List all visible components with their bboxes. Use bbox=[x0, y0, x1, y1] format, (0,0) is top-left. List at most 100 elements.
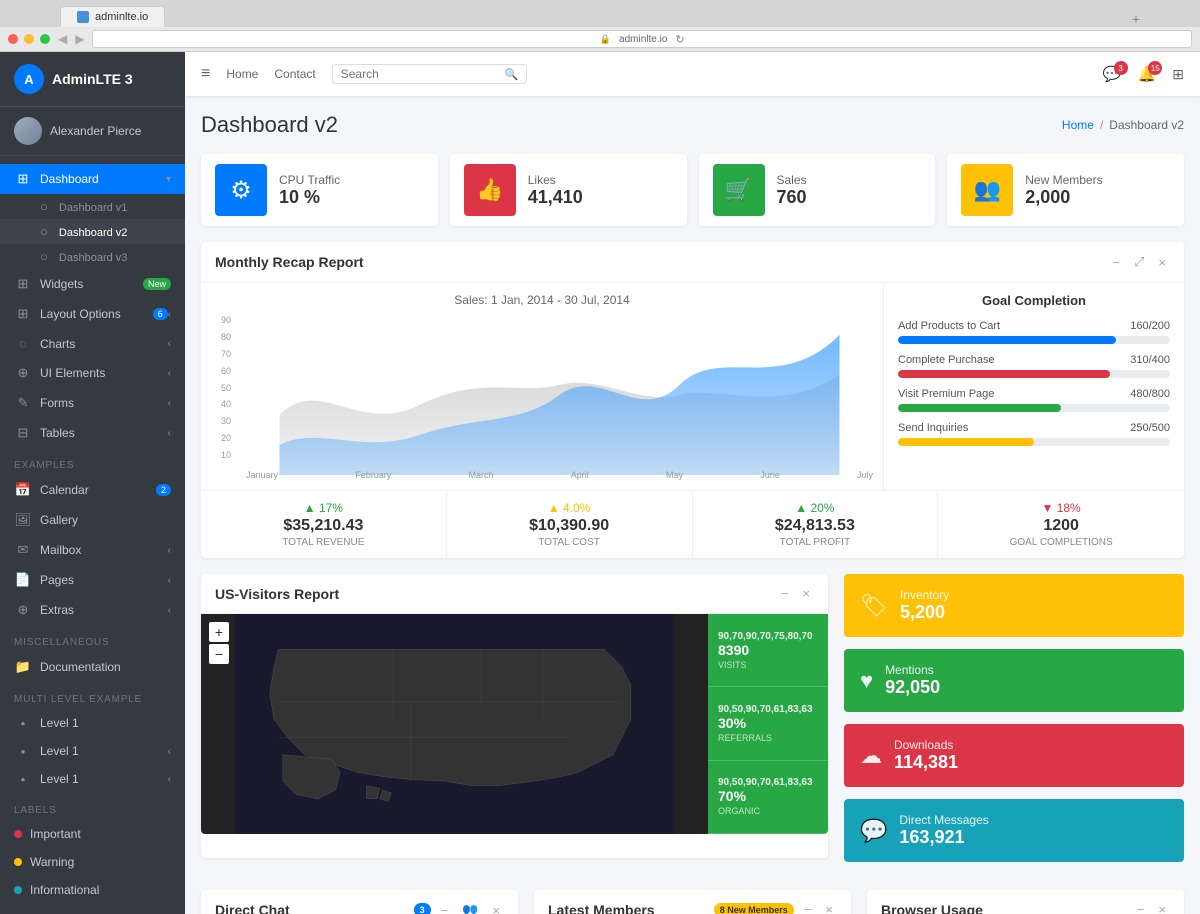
chevron-right-l1c: ‹ bbox=[168, 774, 171, 785]
new-tab-button[interactable]: + bbox=[1132, 11, 1140, 27]
likes-content: Likes 41,410 bbox=[528, 173, 583, 208]
x-mar: March bbox=[468, 470, 493, 480]
sidebar-item-pages[interactable]: 📄 Pages ‹ bbox=[0, 565, 185, 595]
direct-messages-content: Direct Messages 163,921 bbox=[899, 813, 988, 848]
browser-card-tools: − × bbox=[1133, 900, 1170, 914]
cost-change: ▲ 4.0% bbox=[457, 501, 682, 515]
url-bar[interactable]: 🔒 adminlte.io ↻ bbox=[92, 30, 1192, 48]
sidebar-item-layout[interactable]: ⊞ Layout Options 6 ‹ bbox=[0, 299, 185, 329]
mail-icon: ✉ bbox=[14, 542, 32, 558]
sidebar-item-extras[interactable]: ⊕ Extras ‹ bbox=[0, 595, 185, 625]
close-us-button[interactable]: × bbox=[798, 584, 814, 603]
close-btn[interactable] bbox=[8, 34, 18, 44]
nav-toggle-button[interactable]: ≡ bbox=[201, 65, 210, 83]
expand-card-button[interactable]: ⤢ bbox=[1130, 252, 1148, 272]
chevron-right-charts: ‹ bbox=[168, 338, 171, 349]
sidebar-item-charts[interactable]: ◌ Charts ‹ bbox=[0, 329, 185, 358]
sidebar-item-level1b[interactable]: ● Level 1 ‹ bbox=[0, 737, 185, 765]
sidebar-item-dashboard-v3[interactable]: ○ Dashboard v3 bbox=[0, 244, 185, 269]
latest-members-card: Latest Members 8 New Members − × AP bbox=[534, 890, 851, 914]
downloads-value: 114,381 bbox=[894, 752, 958, 773]
direct-chat-title: Direct Chat bbox=[215, 902, 290, 914]
close-chat-button[interactable]: × bbox=[488, 901, 504, 914]
info-box-members: 👥 New Members 2,000 bbox=[947, 154, 1184, 226]
zoom-in-button[interactable]: + bbox=[209, 622, 229, 642]
maximize-btn[interactable] bbox=[40, 34, 50, 44]
widgets-icon: ⊞ bbox=[14, 276, 32, 292]
forward-icon[interactable]: ▶ bbox=[75, 32, 84, 46]
minimize-members-button[interactable]: − bbox=[800, 900, 816, 914]
bottom-row: Direct Chat 3 − 👥 × bbox=[201, 890, 1184, 914]
sidebar-item-forms[interactable]: ✎ Forms ‹ bbox=[0, 388, 185, 418]
minimize-browser-button[interactable]: − bbox=[1133, 900, 1149, 914]
sidebar-item-mailbox[interactable]: ✉ Mailbox ‹ bbox=[0, 535, 185, 565]
sales-icon: 🛒 bbox=[713, 164, 765, 216]
circle-l1b: ● bbox=[14, 747, 32, 756]
search-icon: 🔍 bbox=[505, 68, 519, 81]
nav-label-dashboard-v3: Dashboard v3 bbox=[59, 252, 128, 264]
widgets-badge: New bbox=[143, 278, 171, 290]
refresh-icon[interactable]: ↻ bbox=[675, 33, 684, 46]
breadcrumb-current: Dashboard v2 bbox=[1109, 118, 1184, 132]
messages-button[interactable]: 💬 3 bbox=[1103, 65, 1122, 83]
visitors-section: US-Visitors Report − × + − bbox=[201, 574, 1184, 874]
goal-header-3: Send Inquiries 250/500 bbox=[898, 422, 1170, 434]
sidebar-item-dashboard-v1[interactable]: ○ Dashboard v1 bbox=[0, 194, 185, 219]
sidebar-item-warning[interactable]: Warning bbox=[0, 848, 185, 876]
circle-icon: ○ bbox=[40, 199, 48, 214]
alerts-button[interactable]: 🔔 15 bbox=[1138, 65, 1157, 83]
browser-usage-title: Browser Usage bbox=[881, 902, 983, 914]
sidebar-item-widgets[interactable]: ⊞ Widgets New bbox=[0, 269, 185, 299]
nav-label-level1a: Level 1 bbox=[40, 716, 171, 730]
nav-label-warning: Warning bbox=[30, 855, 171, 869]
direct-messages-box: 💬 Direct Messages 163,921 bbox=[844, 799, 1184, 862]
content-area: Dashboard v2 Home / Dashboard v2 ⚙ CPU T… bbox=[185, 96, 1200, 914]
sidebar-item-dashboard[interactable]: ⊞ Dashboard ▾ bbox=[0, 164, 185, 194]
progress-fill-0 bbox=[898, 336, 1116, 344]
sidebar-item-important[interactable]: Important bbox=[0, 820, 185, 848]
mentions-label: Mentions bbox=[885, 663, 940, 677]
close-members-button[interactable]: × bbox=[821, 900, 837, 914]
contact-link[interactable]: Contact bbox=[274, 67, 315, 81]
nav-label-extras: Extras bbox=[40, 603, 168, 617]
revenue-change: ▲ 17% bbox=[211, 501, 436, 515]
sidebar-item-calendar[interactable]: 📅 Calendar 2 bbox=[0, 475, 185, 505]
inventory-value: 5,200 bbox=[900, 602, 949, 623]
sidebar-item-tables[interactable]: ⊟ Tables ‹ bbox=[0, 418, 185, 448]
sidebar-item-dashboard-v2[interactable]: ○ Dashboard v2 bbox=[0, 219, 185, 244]
sidebar-item-gallery[interactable]: 🖼 Gallery bbox=[0, 505, 185, 535]
monthly-report-header: Monthly Recap Report − ⤢ × bbox=[201, 242, 1184, 283]
sidebar-item-ui[interactable]: ⊕ UI Elements ‹ bbox=[0, 358, 185, 388]
pages-icon: 📄 bbox=[14, 572, 32, 588]
goal-header-1: Complete Purchase 310/400 bbox=[898, 354, 1170, 366]
minimize-us-button[interactable]: − bbox=[777, 584, 793, 603]
browser-tab[interactable]: adminlte.io bbox=[60, 6, 165, 27]
nav-label-docs: Documentation bbox=[40, 660, 171, 674]
browser-chrome: adminlte.io + ◀ ▶ 🔒 adminlte.io ↻ bbox=[0, 0, 1200, 52]
examples-section-label: EXAMPLES bbox=[0, 452, 185, 475]
contacts-chat-button[interactable]: 👥 bbox=[458, 900, 482, 914]
nav-label-pages: Pages bbox=[40, 573, 168, 587]
nav-label-important: Important bbox=[30, 827, 171, 841]
stat-profit: ▲ 20% $24,813.53 TOTAL PROFIT bbox=[693, 491, 939, 558]
chevron-right-pages: ‹ bbox=[168, 575, 171, 586]
minimize-chat-button[interactable]: − bbox=[437, 901, 453, 914]
us-visitors-body: + − bbox=[201, 614, 828, 834]
apps-button[interactable]: ⊞ bbox=[1172, 66, 1184, 83]
close-card-button[interactable]: × bbox=[1154, 253, 1170, 272]
sidebar-item-level1c[interactable]: ● Level 1 ‹ bbox=[0, 765, 185, 793]
sidebar-item-level1a[interactable]: ● Level 1 bbox=[0, 709, 185, 737]
minimize-card-button[interactable]: − bbox=[1108, 253, 1124, 272]
lock-icon: 🔒 bbox=[600, 34, 611, 45]
sidebar-item-docs[interactable]: 📁 Documentation bbox=[0, 652, 185, 682]
close-browser-button[interactable]: × bbox=[1154, 900, 1170, 914]
home-link[interactable]: Home bbox=[226, 67, 258, 81]
cost-value: $10,390.90 bbox=[457, 517, 682, 535]
search-input[interactable] bbox=[341, 67, 501, 81]
breadcrumb-home[interactable]: Home bbox=[1062, 118, 1094, 132]
minimize-btn[interactable] bbox=[24, 34, 34, 44]
back-icon[interactable]: ◀ bbox=[58, 32, 67, 46]
sidebar-item-informational[interactable]: Informational bbox=[0, 876, 185, 904]
zoom-out-button[interactable]: − bbox=[209, 644, 229, 664]
labels-section-label: LABELS bbox=[0, 797, 185, 820]
